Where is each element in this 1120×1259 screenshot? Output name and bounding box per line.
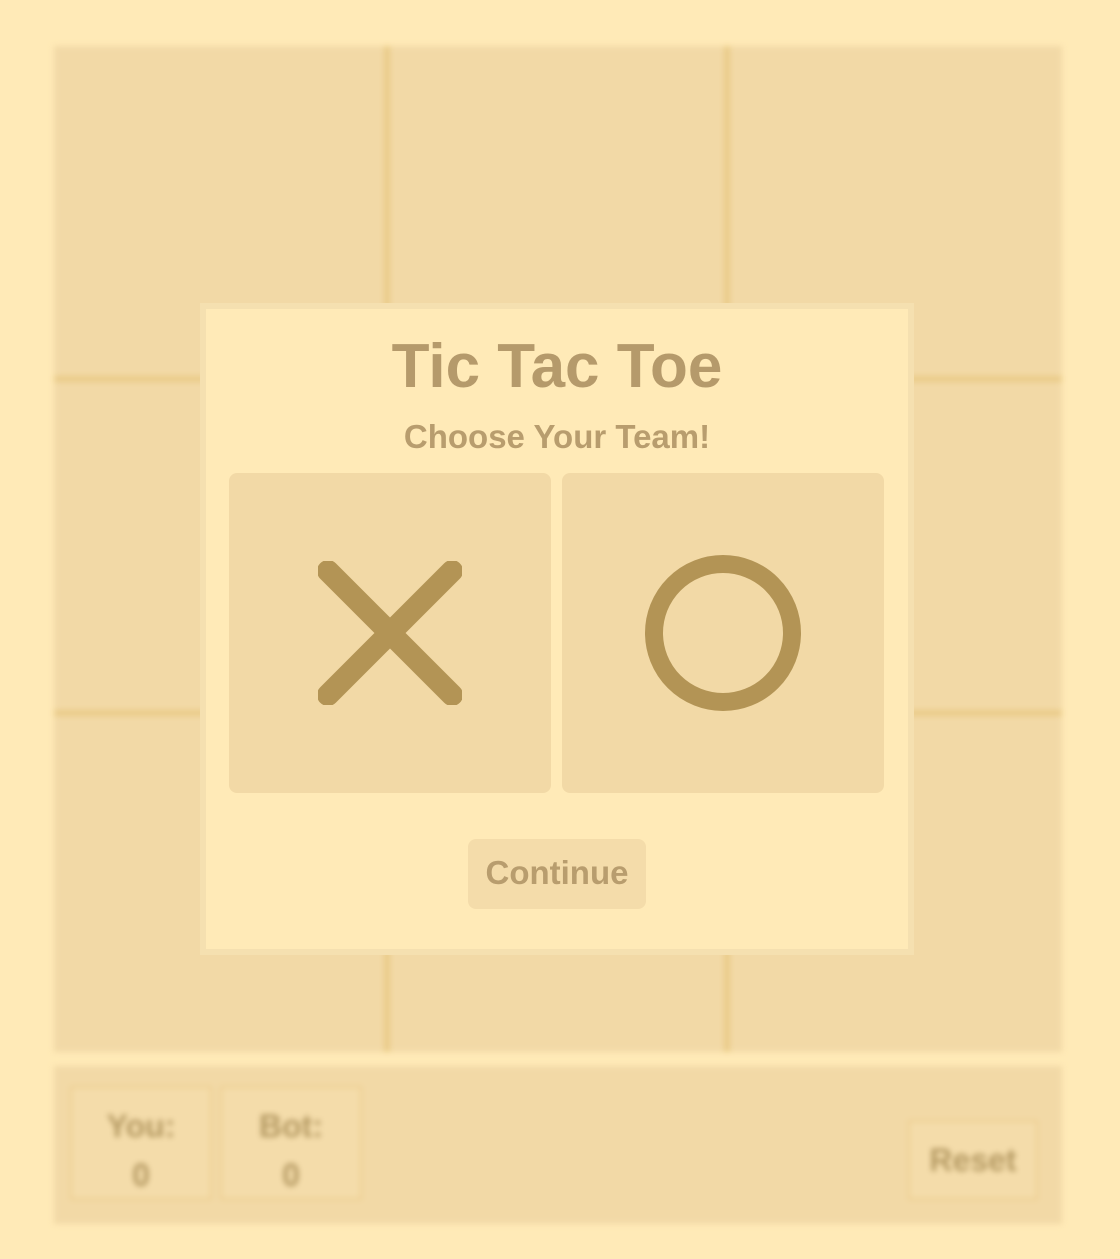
player-score-value: 0 <box>132 1157 150 1193</box>
reset-button[interactable]: Reset <box>908 1120 1038 1200</box>
x-mark-icon <box>318 561 462 705</box>
o-mark-icon <box>645 555 801 711</box>
bot-score-label: Bot: <box>259 1108 323 1144</box>
team-o-option[interactable] <box>562 473 884 793</box>
bot-score-value: 0 <box>282 1157 300 1193</box>
modal-title: Tic Tac Toe <box>391 332 723 401</box>
player-score-label: You: <box>106 1108 176 1144</box>
player-score-box: You: 0 <box>70 1086 212 1200</box>
bot-score-box: Bot: 0 <box>220 1086 362 1200</box>
scoreboard-bar: You: 0 Bot: 0 Reset <box>54 1066 1062 1224</box>
team-x-option[interactable] <box>229 473 551 793</box>
team-select-modal: Tic Tac Toe Choose Your Team! Continue <box>200 303 914 955</box>
continue-button[interactable]: Continue <box>468 839 646 909</box>
modal-subtitle: Choose Your Team! <box>403 418 711 455</box>
